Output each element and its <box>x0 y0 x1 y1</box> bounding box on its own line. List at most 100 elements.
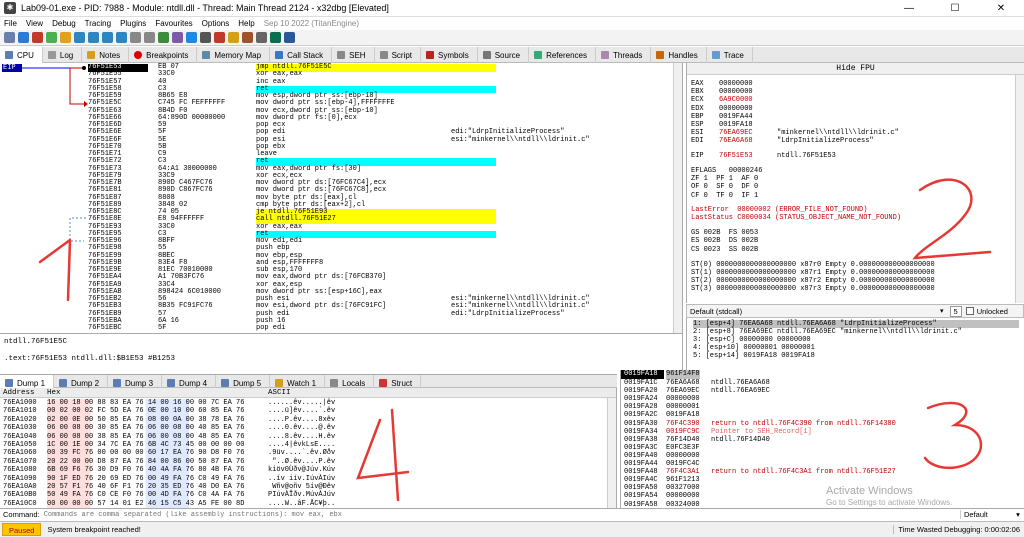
disasm-scrollbar[interactable] <box>673 63 682 333</box>
col-hex[interactable]: Hex <box>47 388 61 398</box>
menu-help[interactable]: Help <box>238 19 254 28</box>
help-icon[interactable] <box>284 32 295 43</box>
argument-row[interactable]: 3: [esp+C] 00000000 00000000 <box>693 336 1019 344</box>
register-row[interactable]: ESP 0019FA18 <box>691 121 753 129</box>
tab-threads[interactable]: Threads <box>596 47 652 63</box>
minimize-button[interactable]: — <box>886 0 932 17</box>
dump-row[interactable]: 76EA10B0 50 49 FA 76 C0 CE F0 76 00 4D FA… <box>0 491 616 500</box>
tab-source[interactable]: Source <box>478 47 530 63</box>
dump-row[interactable]: 76EA1090 90 1F ED 76 20 69 ED 76 00 49 FA… <box>0 474 616 483</box>
maximize-button[interactable]: ☐ <box>932 0 978 17</box>
menu-options[interactable]: Options <box>202 19 230 28</box>
command-input[interactable] <box>43 509 960 520</box>
argument-row[interactable]: 5: [esp+14] 0019FA18 0019FA18 <box>693 352 1019 360</box>
animate-icon[interactable] <box>158 32 169 43</box>
command-mode-select[interactable]: Default <box>960 510 1012 519</box>
stack-row[interactable]: 0019FA58 00324000 <box>621 501 1024 509</box>
arg-count-spinner[interactable]: 5 <box>949 305 962 317</box>
tab-memory-map[interactable]: Memory Map <box>197 47 271 63</box>
disasm-row[interactable]: 76F51EBC 5F pop edi <box>88 324 682 333</box>
register-row[interactable]: EAX 00000000 <box>691 80 753 88</box>
close-debug-icon[interactable] <box>32 32 43 43</box>
calling-convention-select[interactable]: Default (stdcall) <box>690 307 940 316</box>
run-icon[interactable] <box>46 32 57 43</box>
tab-call-stack[interactable]: Call Stack <box>270 47 333 63</box>
menu-tracing[interactable]: Tracing <box>85 19 111 28</box>
close-button[interactable]: ✕ <box>978 0 1024 17</box>
col-address[interactable]: Address <box>3 388 35 398</box>
restart-icon[interactable] <box>18 32 29 43</box>
calculator-icon[interactable] <box>270 32 281 43</box>
menu-view[interactable]: View <box>26 19 43 28</box>
dump-view[interactable]: Address Hex ASCII 76EA1000 16 00 18 00 88… <box>0 388 617 508</box>
flags-row[interactable]: OF 0 SF 0 DF 0 <box>691 183 758 191</box>
fpu-row[interactable]: ST(3) 0000000000000000000 x87r3 Empty 0.… <box>691 285 935 293</box>
flags-row[interactable]: ZF 1 PF 1 AF 0 <box>691 175 758 183</box>
flags-row[interactable]: CF 0 TF 0 IF 1 <box>691 192 758 200</box>
tab-handles[interactable]: Handles <box>651 47 707 63</box>
fpu-row[interactable]: ST(0) 0000000000000000000 x87r0 Empty 0.… <box>691 261 935 269</box>
tab-seh[interactable]: SEH <box>332 47 375 63</box>
attach-icon[interactable] <box>186 32 197 43</box>
dump-row[interactable]: 76EA1000 16 00 18 00 88 83 EA 76 14 00 16… <box>0 399 616 408</box>
dump-row[interactable]: 76EA1030 06 00 08 00 30 85 EA 76 06 00 08… <box>0 424 616 433</box>
pause-icon[interactable] <box>60 32 71 43</box>
dump-row[interactable]: 76EA1060 00 39 FC 76 00 00 00 00 60 17 EA… <box>0 449 616 458</box>
settings-icon[interactable] <box>256 32 267 43</box>
stack-view[interactable]: 0019FA18 961F14F8 0019FA1C 76EA6A68 ntdll.… <box>620 370 1024 508</box>
col-ascii[interactable]: ASCII <box>268 388 291 398</box>
tab-references[interactable]: References <box>529 47 596 63</box>
trace-into-icon[interactable] <box>130 32 141 43</box>
registers-view[interactable]: Hide FPU EAX 00000000 EBX 00000000 ECX 6A9C00… <box>686 63 1024 303</box>
dump-row[interactable]: 76EA10C0 00 00 00 00 57 14 01 E2 46 15 C5… <box>0 499 616 508</box>
tab-cpu[interactable]: CPU <box>0 47 43 63</box>
menu-plugins[interactable]: Plugins <box>120 19 146 28</box>
disassembly-view[interactable]: EIP 76F51E53 EB 07 jmp ntdll.76F51E5C 76F51… <box>0 63 683 333</box>
register-row[interactable]: ECX 6A9C0000 <box>691 96 753 104</box>
dump-row[interactable]: 76EA1040 06 00 08 00 38 85 EA 76 06 00 08… <box>0 432 616 441</box>
menu-favourites[interactable]: Favourites <box>155 19 192 28</box>
fpu-row[interactable]: ST(1) 0000000000000000000 x87r1 Empty 0.… <box>691 269 935 277</box>
argument-row[interactable]: 4: [esp+10] 00000001 00000001 <box>693 344 1019 352</box>
fpu-row[interactable]: ST(2) 0000000000000000000 x87r2 Empty 0.… <box>691 277 935 285</box>
tab-trace[interactable]: Trace <box>707 47 753 63</box>
segment-row[interactable]: GS 002B FS 0053 <box>691 229 758 237</box>
menu-file[interactable]: File <box>4 19 17 28</box>
tab-symbols[interactable]: Symbols <box>421 47 478 63</box>
patch-icon[interactable] <box>214 32 225 43</box>
memory-icon[interactable] <box>242 32 253 43</box>
dump-row[interactable]: 76EA1070 20 22 00 00 D8 87 EA 76 84 00 86… <box>0 457 616 467</box>
hash-icon[interactable] <box>200 32 211 43</box>
notes-icon[interactable] <box>228 32 239 43</box>
script-icon[interactable] <box>172 32 183 43</box>
eip-row[interactable]: EIP 76F51E53 ntdll.76F51E53 <box>691 152 836 160</box>
chevron-down-icon[interactable]: ▾ <box>940 307 944 315</box>
dump-scrollbar[interactable] <box>607 398 616 508</box>
hide-fpu-button[interactable]: Hide FPU <box>687 63 1024 75</box>
trace-over-icon[interactable] <box>144 32 155 43</box>
segment-row[interactable]: ES 002B DS 002B <box>691 237 758 245</box>
dump-row[interactable]: 76EA1010 00 02 00 02 FC 5D EA 76 0E 00 10… <box>0 407 616 416</box>
register-row[interactable]: EBX 00000000 <box>691 88 753 96</box>
segment-row[interactable]: CS 0023 SS 002B <box>691 246 758 254</box>
regs-scrollbar[interactable] <box>1015 75 1024 303</box>
unlocked-checkbox[interactable] <box>965 307 974 315</box>
chevron-down-icon[interactable]: ▾ <box>1012 510 1024 519</box>
register-row[interactable]: ESI 76EA69EC "minkernel\\ntdll\\ldrinit.c" <box>691 129 899 137</box>
argument-row[interactable]: 1: [esp+4] 76EA6A68 ntdll.76EA6A68 "Ldrp… <box>693 320 1019 328</box>
step-out-icon[interactable] <box>102 32 113 43</box>
eflags-row[interactable]: EFLAGS 00000246 <box>691 167 762 175</box>
dump-row[interactable]: 76EA1020 02 00 0E 00 50 85 EA 76 08 00 0A… <box>0 415 616 425</box>
step-over-icon[interactable] <box>88 32 99 43</box>
tab-script[interactable]: Script <box>375 47 422 63</box>
register-row[interactable]: EBP 0019FA44 <box>691 113 753 121</box>
stack-esp-row[interactable]: 0019FA18 961F14F8 <box>621 370 1024 379</box>
register-row[interactable]: EDX 00000000 <box>691 105 753 113</box>
menu-debug[interactable]: Debug <box>52 19 76 28</box>
tab-notes[interactable]: Notes <box>82 47 130 63</box>
tab-log[interactable]: Log <box>43 47 83 63</box>
step-into-icon[interactable] <box>74 32 85 43</box>
run-to-user-icon[interactable] <box>116 32 127 43</box>
register-row[interactable]: EDI 76EA6A68 "LdrpInitializeProcess" <box>691 137 874 145</box>
arguments-view[interactable]: 1: [esp+4] 76EA6A68 ntdll.76EA6A68 "Ldrp… <box>686 318 1024 370</box>
